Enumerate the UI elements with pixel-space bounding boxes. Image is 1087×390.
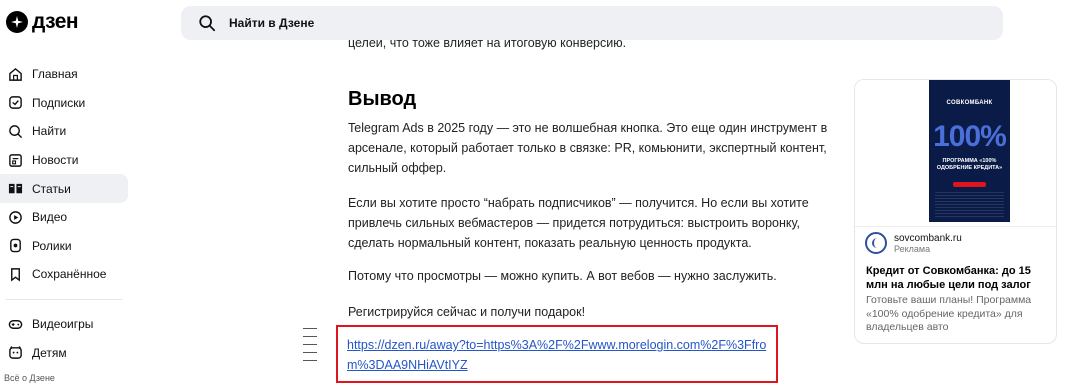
article-paragraph: Если вы хотите просто “набрать подписчик… <box>348 196 809 250</box>
ad-image[interactable]: СОВКОМБАНК 100% ПРОГРАММА «100% ОДОБРЕНИ… <box>855 80 1056 227</box>
sidebar-item-video[interactable]: Видео <box>0 203 128 232</box>
sidebar: Главная Подписки Найти Новости Статьи Ви… <box>0 60 128 383</box>
ad-banner-button <box>953 182 986 187</box>
logo-text: дзен <box>32 10 79 33</box>
sidebar-item-shorts[interactable]: Ролики <box>0 232 128 261</box>
article-cut-text: целей, что тоже влияет на итоговую конве… <box>348 40 627 50</box>
article-link[interactable]: https://dzen.ru/away?to=https%3A%2F%2Fww… <box>347 335 777 375</box>
bookmark-icon <box>11 268 20 282</box>
sidebar-item-kids[interactable]: Детям <box>0 338 128 367</box>
sidebar-item-label: Новости <box>32 153 79 168</box>
sidebar-item-label: Статьи <box>32 181 71 196</box>
sidebar-item-label: Сохранённое <box>32 267 107 282</box>
search-icon <box>199 15 216 32</box>
sidebar-item-saved[interactable]: Сохранённое <box>0 260 128 289</box>
sovcombank-logo-icon <box>865 232 887 254</box>
ad-description: Готовьте ваши планы! Программа «100% одо… <box>866 294 1032 333</box>
article-paragraph: Telegram Ads в 2025 году — это не волшеб… <box>348 121 828 175</box>
sidebar-item-news[interactable]: Новости <box>0 146 128 175</box>
sidebar-item-label: Главная <box>32 67 78 82</box>
subscriptions-icon <box>9 96 22 110</box>
kids-icon <box>9 346 22 359</box>
shorts-icon <box>10 239 21 253</box>
sidebar-item-articles[interactable]: Статьи <box>0 174 128 203</box>
ad-source[interactable]: sovcombank.ru Реклама <box>865 232 962 254</box>
gamepad-icon <box>8 319 23 329</box>
search-icon <box>9 125 23 139</box>
ad-banner-brand: СОВКОМБАНК <box>946 100 993 106</box>
dzen-logo[interactable]: дзен <box>6 10 79 34</box>
ad-label: Реклама <box>894 243 931 254</box>
sidebar-item-label: Детям <box>32 345 67 360</box>
ad-banner-caption: ПРОГРАММА «100% ОДОБРЕНИЕ КРЕДИТА» <box>936 158 1003 171</box>
ad-title[interactable]: Кредит от Совкомбанка: до 15 млн на любы… <box>866 264 1052 292</box>
article-paragraph: Регистрируйся сейчас и получи подарок! <box>348 305 586 319</box>
search-input[interactable]: Найти в Дзене <box>229 16 314 30</box>
ad-domain: sovcombank.ru <box>894 232 962 244</box>
sidebar-item-label: Видео <box>32 210 68 225</box>
video-icon <box>9 210 22 224</box>
sidebar-item-label: Видеоигры <box>32 317 94 332</box>
sidebar-item-home[interactable]: Главная <box>0 60 128 89</box>
sidebar-item-label: Подписки <box>32 95 86 110</box>
ad-banner-fineprint <box>935 192 1004 218</box>
drag-handle-icon[interactable] <box>303 328 317 368</box>
ad-banner-number: 100% <box>933 120 1007 153</box>
article-heading: Вывод <box>348 88 417 110</box>
ad-banner: СОВКОМБАНК 100% ПРОГРАММА «100% ОДОБРЕНИ… <box>929 80 1010 222</box>
sidebar-item-videogames[interactable]: Видеоигры <box>0 310 128 339</box>
sidebar-item-subscriptions[interactable]: Подписки <box>0 89 128 118</box>
sidebar-item-search[interactable]: Найти <box>0 117 128 146</box>
dzen-logo-icon <box>6 11 28 33</box>
article-paragraph: Потому что просмотры — можно купить. А в… <box>348 269 777 283</box>
sidebar-divider <box>6 298 122 300</box>
search-bar[interactable]: Найти в Дзене <box>181 6 1003 40</box>
articles-icon <box>8 183 23 194</box>
ad-card[interactable]: СОВКОМБАНК 100% ПРОГРАММА «100% ОДОБРЕНИ… <box>854 79 1057 344</box>
news-icon <box>9 153 22 167</box>
home-icon <box>9 67 22 81</box>
sidebar-item-label: Ролики <box>32 238 72 253</box>
sidebar-item-label: Найти <box>32 124 67 139</box>
about-dzen-link[interactable]: Всё о Дзене <box>0 373 128 383</box>
